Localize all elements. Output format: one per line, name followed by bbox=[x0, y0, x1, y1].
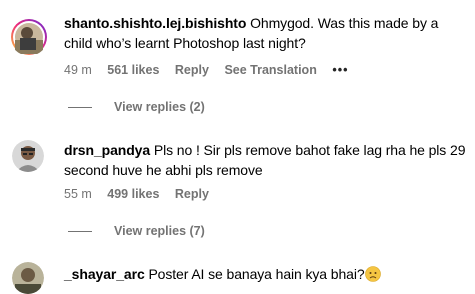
avatar-story-ring bbox=[11, 19, 47, 55]
view-replies-label: View replies (7) bbox=[114, 224, 205, 238]
avatar-image bbox=[12, 140, 44, 172]
view-replies-button[interactable]: View replies (2) bbox=[64, 100, 205, 114]
comment-content: Poster AI se banaya hain kya bhai? bbox=[148, 266, 365, 282]
comment-meta: 55 m 499 likes Reply bbox=[64, 187, 221, 201]
avatar[interactable] bbox=[12, 262, 44, 294]
more-options-icon[interactable]: ••• bbox=[332, 63, 348, 77]
timestamp: 55 m bbox=[64, 187, 92, 201]
comment-text: _shayar_arc Poster AI se banaya hain kya… bbox=[64, 264, 467, 284]
avatar-image bbox=[12, 262, 44, 294]
worried-face-icon bbox=[364, 266, 381, 282]
comment-text: drsn_pandya Pls no ! Sir pls remove baho… bbox=[64, 140, 467, 180]
username[interactable]: shanto.shishto.lej.bishishto bbox=[64, 15, 246, 31]
username[interactable]: _shayar_arc bbox=[64, 266, 145, 282]
view-replies-label: View replies (2) bbox=[114, 100, 205, 114]
view-replies-button[interactable]: View replies (7) bbox=[64, 224, 205, 238]
likes-count[interactable]: 499 likes bbox=[107, 187, 159, 201]
avatar[interactable] bbox=[12, 140, 44, 172]
avatar[interactable] bbox=[10, 18, 48, 56]
username[interactable]: drsn_pandya bbox=[64, 142, 150, 158]
likes-count[interactable]: 561 likes bbox=[107, 63, 159, 77]
see-translation-button[interactable]: See Translation bbox=[224, 63, 316, 77]
worried-face-emoji bbox=[364, 266, 381, 282]
reply-button[interactable]: Reply bbox=[175, 187, 209, 201]
reply-button[interactable]: Reply bbox=[175, 63, 209, 77]
replies-line-divider bbox=[68, 106, 92, 108]
comment-meta: 49 m 561 likes Reply See Translation ••• bbox=[64, 63, 360, 77]
timestamp: 49 m bbox=[64, 63, 92, 77]
replies-line-divider bbox=[68, 230, 92, 232]
comment-text: shanto.shishto.lej.bishishto Ohmygod. Wa… bbox=[64, 13, 467, 53]
